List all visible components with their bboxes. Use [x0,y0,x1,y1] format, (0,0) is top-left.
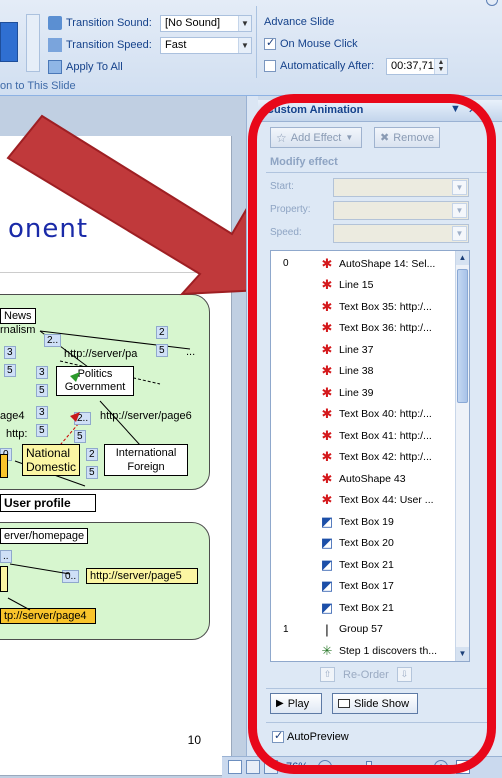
auto-after-spinner[interactable]: 00:37,71 ▲ ▼ [386,58,448,75]
ribbon: Transition Sound: [No Sound] ▼ Transitio… [0,0,502,96]
help-icon[interactable] [486,0,498,6]
transition-sound-row: Transition Sound: [48,16,152,30]
gallery-scroll[interactable] [26,14,40,72]
apply-to-all-label: Apply To All [66,61,123,73]
num-box: 2.. [44,334,62,347]
on-mouse-click-checkbox[interactable] [264,36,276,50]
url-page-label: http://server/pa [64,348,138,360]
page4-fragment: age4 [0,410,25,422]
num-box: 5 [4,364,16,377]
ribbon-group-label: on to This Slide [0,80,76,92]
advance-slide-heading: Advance Slide [264,16,334,28]
apply-all-icon [48,60,62,74]
http-fragment: http: [6,428,28,440]
domestic-label: Domestic [26,460,77,474]
homepage-box[interactable]: erver/homepage [0,528,89,544]
international-label: International [115,447,177,459]
num-box: 3 [36,366,48,379]
num-box: 3 [36,406,48,419]
orange-fragment [0,454,8,478]
red-arrow-annotation [6,114,264,296]
chevron-down-icon[interactable]: ▼ [238,16,251,31]
transition-speed-label: Transition Speed: [66,39,152,51]
transition-speed-row: Transition Speed: [48,38,152,52]
national-domestic-box[interactable]: National Domestic [22,444,80,476]
red-highlight-annotation [248,94,496,774]
on-mouse-click-label: On Mouse Click [280,38,358,50]
transition-thumbnail[interactable] [0,22,18,62]
slide-page-number: 10 [187,733,201,747]
speed-icon [48,38,62,52]
auto-after-value: 00:37,71 [391,60,434,72]
auto-after-row[interactable]: Automatically After: [264,60,374,72]
national-label: National [26,446,71,460]
journalism-label: rnalism [0,324,36,336]
num-box: 5 [156,344,168,357]
num-box: 5 [36,384,48,397]
num-box: 2 [156,326,168,339]
ribbon-separator [256,6,257,78]
transition-speed-select[interactable]: Fast ▼ [160,37,252,54]
homepage-label: erver/homepage [4,530,85,542]
transition-sound-select[interactable]: [No Sound] ▼ [160,15,252,32]
num-box: 3 [4,346,16,359]
user-profile-label: User profile [4,496,71,510]
mouse-pointer-icons [70,372,80,422]
transition-sound-value: [No Sound] [165,17,221,29]
auto-after-checkbox[interactable] [264,60,276,72]
international-foreign-box[interactable]: International Foreign [104,444,188,476]
slide-editing-area: onent News rnalism 2.. 2 5 3 5 3 5 3 5 2… [0,96,264,778]
num-box: 5 [86,466,98,479]
advance-slide-label: Advance Slide [264,16,335,28]
user-profile-box[interactable]: User profile [0,494,96,512]
num-box: 2 [86,448,98,461]
auto-after-label: Automatically After: [280,60,375,72]
chevron-down-icon[interactable]: ▼ [238,38,251,53]
transition-speed-value: Fast [165,39,187,51]
profile-connectors [7,563,71,611]
speaker-icon [48,16,62,30]
on-mouse-click-row[interactable]: On Mouse Click [264,36,358,50]
num-box: 5 [36,424,48,437]
apply-to-all-button[interactable]: Apply To All [48,60,123,74]
ellipsis-label: ... [186,346,196,358]
foreign-label: Foreign [127,461,165,473]
url-page6-label: http://server/page6 [100,410,192,422]
spinner-arrows-icon[interactable]: ▲ ▼ [434,59,447,74]
transition-sound-label: Transition Sound: [66,17,152,29]
slide-sorter-icon[interactable] [246,760,260,774]
normal-view-icon[interactable] [228,760,242,774]
